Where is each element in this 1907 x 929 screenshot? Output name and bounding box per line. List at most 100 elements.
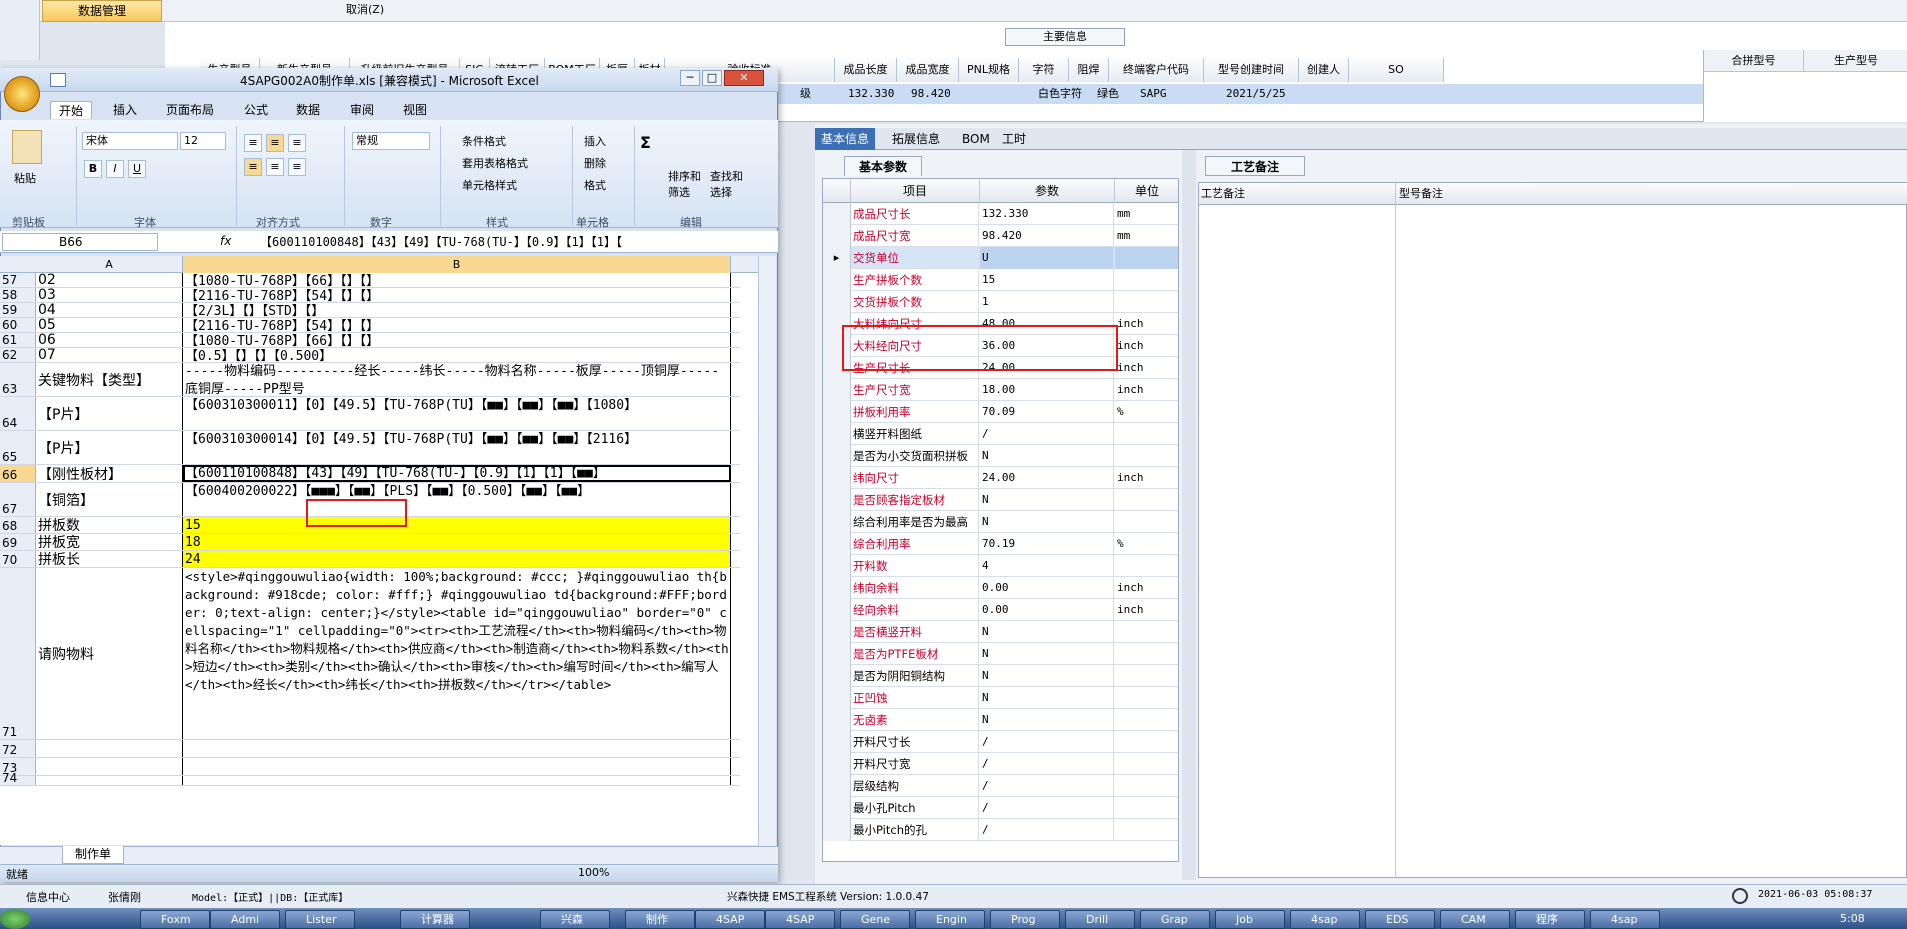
excel-menu-tab[interactable]: 插入 bbox=[113, 101, 137, 118]
taskbar-item[interactable]: Prog bbox=[990, 910, 1060, 929]
row-number[interactable]: 65 bbox=[0, 431, 36, 464]
param-value[interactable]: 70.19 bbox=[980, 533, 1114, 555]
row-number[interactable]: 59 bbox=[0, 303, 36, 317]
maximize-icon[interactable]: □ bbox=[702, 70, 722, 86]
excel-menu-tab[interactable]: 审阅 bbox=[350, 101, 374, 118]
row-number[interactable]: 64 bbox=[0, 397, 36, 430]
close-icon[interactable]: ✕ bbox=[724, 70, 764, 86]
conditional-format-button[interactable]: 条件格式 bbox=[462, 133, 506, 149]
sheet-row[interactable]: 72 bbox=[0, 740, 740, 758]
main-col-header[interactable]: SO bbox=[1349, 58, 1444, 82]
taskbar-item[interactable]: CAM bbox=[1440, 910, 1510, 929]
worksheet[interactable]: 57 02 【1080-TU-768P】【66】【】【】 58 03 【2116-TU-7… bbox=[0, 273, 760, 845]
sheet-row[interactable]: 61 06 【1080-TU-768P】【66】【】【】 bbox=[0, 333, 740, 348]
cell-a[interactable]: 05 bbox=[36, 318, 183, 332]
column-a-header[interactable]: A bbox=[36, 256, 183, 273]
param-row[interactable]: 是否为PTFE板材 N bbox=[823, 643, 1178, 665]
param-value[interactable]: N bbox=[980, 621, 1114, 643]
taskbar-item[interactable]: EDS bbox=[1365, 910, 1435, 929]
taskbar-item[interactable]: Gene bbox=[840, 910, 910, 929]
cell-a[interactable]: 【铜箔】 bbox=[36, 483, 183, 516]
sheet-row[interactable]: 63 关键物料【类型】 -----物料编码----------经长-----纬长--… bbox=[0, 363, 740, 397]
cell-a[interactable]: 06 bbox=[36, 333, 183, 347]
sheet-row[interactable]: 65 【P片】 【600310300014】【0】【49.5】【TU-768P(TU… bbox=[0, 431, 740, 465]
cell-b[interactable]: 【1080-TU-768P】【66】【】【】 bbox=[183, 273, 731, 287]
cell-b[interactable]: 【2/3L】【】【STD】【】 bbox=[183, 303, 731, 317]
save-icon[interactable] bbox=[50, 73, 66, 87]
param-row[interactable]: 最小Pitch的孔 / bbox=[823, 819, 1178, 841]
find-select-button[interactable]: 查找和选择 bbox=[710, 168, 750, 200]
column-b-header[interactable]: B bbox=[183, 256, 731, 273]
format-cells-button[interactable]: 格式 bbox=[584, 177, 606, 193]
param-row[interactable]: 是否横竖开料 N bbox=[823, 621, 1178, 643]
param-value[interactable]: / bbox=[980, 819, 1114, 841]
param-row[interactable]: 是否为小交货面积拼板 N bbox=[823, 445, 1178, 467]
cell-a[interactable]: 请购物料 bbox=[36, 568, 183, 739]
excel-menu-tab[interactable]: 开始 bbox=[50, 101, 93, 119]
row-number[interactable]: 61 bbox=[0, 333, 36, 347]
excel-menu-tab[interactable]: 视图 bbox=[403, 101, 427, 118]
row-number[interactable]: 60 bbox=[0, 318, 36, 332]
cell-b[interactable]: 【600110100848】【43】【49】【TU-768(TU-】【0.9】【… bbox=[183, 465, 731, 482]
excel-menu-tab[interactable]: 页面布局 bbox=[166, 101, 214, 118]
taskbar-item[interactable]: Grap bbox=[1140, 910, 1210, 929]
sheet-row[interactable]: 58 03 【2116-TU-768P】【54】【】【】 bbox=[0, 288, 740, 303]
param-value[interactable]: 0.00 bbox=[980, 599, 1114, 621]
minimize-icon[interactable]: ─ bbox=[680, 70, 700, 86]
cell-a[interactable]: 【P片】 bbox=[36, 431, 183, 464]
param-value[interactable]: 15 bbox=[980, 269, 1114, 291]
main-col-header[interactable]: 型号创建时间 bbox=[1204, 58, 1299, 82]
taskbar-item[interactable]: 4SAP bbox=[765, 910, 835, 929]
row-number[interactable]: 66 bbox=[0, 465, 36, 482]
paste-icon[interactable] bbox=[12, 130, 42, 164]
align-center-icon[interactable]: ≡ bbox=[266, 158, 284, 176]
taskbar-item[interactable]: Foxm bbox=[140, 910, 210, 929]
cell-a[interactable]: 04 bbox=[36, 303, 183, 317]
taskbar-item[interactable]: 计算器 bbox=[400, 910, 470, 929]
cell-a[interactable] bbox=[36, 758, 183, 775]
param-value[interactable]: N bbox=[980, 445, 1114, 467]
param-value[interactable]: 18.00 bbox=[980, 379, 1114, 401]
excel-menu-tab[interactable]: 公式 bbox=[244, 101, 268, 118]
cell-b[interactable]: 18 bbox=[183, 534, 731, 550]
param-value[interactable]: 24.00 bbox=[980, 467, 1114, 489]
insert-cells-button[interactable]: 插入 bbox=[584, 133, 606, 149]
cell-b[interactable] bbox=[183, 740, 731, 757]
font-size-select[interactable]: 12 bbox=[180, 132, 226, 150]
table-format-button[interactable]: 套用表格格式 bbox=[462, 155, 528, 171]
cell-b[interactable]: <style>#qinggouwuliao{width: 100%;backgr… bbox=[183, 568, 731, 739]
param-value[interactable]: N bbox=[980, 709, 1114, 731]
param-value[interactable]: 70.09 bbox=[980, 401, 1114, 423]
param-value[interactable]: N bbox=[980, 643, 1114, 665]
param-value[interactable]: 1 bbox=[980, 291, 1114, 313]
zoom-level[interactable]: 100% bbox=[578, 866, 609, 879]
sheet-row[interactable]: 62 07 【0.5】【】【】【0.500】 bbox=[0, 348, 740, 363]
param-row[interactable]: 横竖开料图纸 / bbox=[823, 423, 1178, 445]
param-row[interactable]: 开料尺寸长 / bbox=[823, 731, 1178, 753]
cell-b[interactable]: 15 bbox=[183, 517, 731, 533]
cell-b[interactable]: -----物料编码----------经长-----纬长-----物料名称---… bbox=[183, 363, 731, 396]
row-number[interactable]: 68 bbox=[0, 517, 36, 533]
param-row[interactable]: 开料数 4 bbox=[823, 555, 1178, 577]
underline-button[interactable]: U bbox=[128, 160, 146, 178]
align-middle-icon[interactable]: ≡ bbox=[266, 134, 284, 152]
param-row[interactable]: 是否为阴阳铜结构 N bbox=[823, 665, 1178, 687]
sheet-row[interactable]: 69 拼板宽 18 bbox=[0, 534, 740, 551]
param-value[interactable]: / bbox=[980, 753, 1114, 775]
param-value[interactable]: 4 bbox=[980, 555, 1114, 577]
param-row[interactable]: 纬向余料 0.00 inch bbox=[823, 577, 1178, 599]
row-number[interactable]: 63 bbox=[0, 363, 36, 396]
cell-a[interactable]: 【P片】 bbox=[36, 397, 183, 430]
param-value[interactable]: / bbox=[980, 775, 1114, 797]
cell-a[interactable]: 拼板长 bbox=[36, 551, 183, 567]
taskbar-item[interactable]: 程序 bbox=[1515, 910, 1585, 929]
param-value[interactable]: 132.330 bbox=[980, 203, 1114, 225]
param-row[interactable]: 成品尺寸长 132.330 mm bbox=[823, 203, 1178, 225]
taskbar-item[interactable]: 制作 bbox=[625, 910, 695, 929]
sheet-row[interactable]: 66 【刚性板材】 【600110100848】【43】【49】【TU-768(TU… bbox=[0, 465, 740, 483]
sheet-row[interactable]: 60 05 【2116-TU-768P】【54】【】【】 bbox=[0, 318, 740, 333]
cell-b[interactable] bbox=[183, 776, 731, 785]
param-value[interactable]: U bbox=[980, 247, 1114, 269]
cell-b[interactable]: 【2116-TU-768P】【54】【】【】 bbox=[183, 288, 731, 302]
row-number[interactable]: 72 bbox=[0, 740, 36, 757]
